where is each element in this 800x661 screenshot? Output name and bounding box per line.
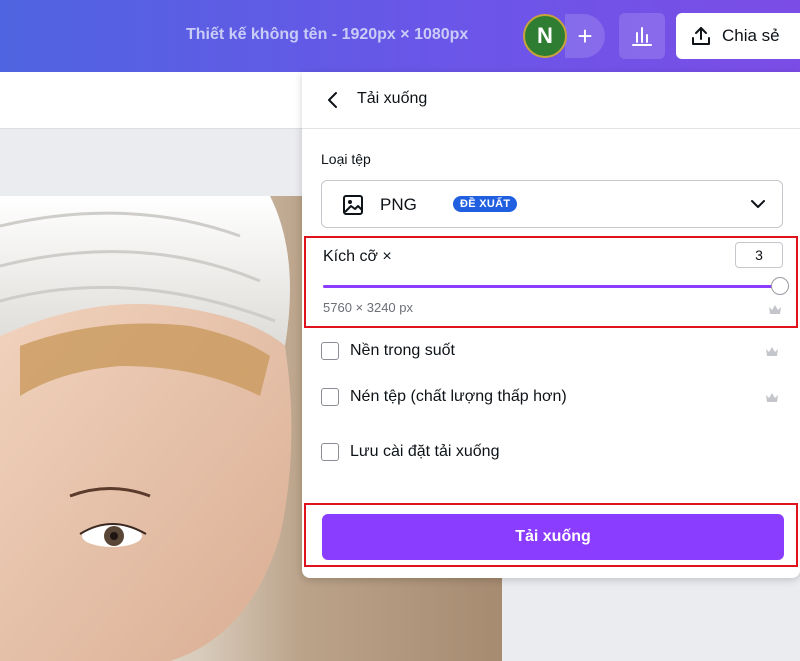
size-slider-handle[interactable]: [771, 277, 789, 295]
crown-icon: [769, 305, 781, 314]
upload-icon: [692, 27, 710, 45]
option-label: Nền trong suốt: [350, 342, 455, 359]
compress-file-checkbox[interactable]: [321, 388, 339, 406]
download-button-highlight: Tải xuống: [304, 503, 798, 567]
size-dimensions: 5760 × 3240 px: [323, 300, 413, 315]
file-type-select[interactable]: PNG ĐỀ XUẤT: [321, 180, 783, 228]
size-section-highlight: Kích cỡ × 3 5760 × 3240 px: [304, 236, 798, 328]
insights-button[interactable]: [619, 13, 665, 59]
option-save-download-settings[interactable]: Lưu cài đặt tải xuống: [321, 441, 781, 465]
share-button[interactable]: Chia sẻ: [676, 13, 800, 59]
image-icon: [343, 195, 363, 215]
panel-header: Tải xuống: [302, 72, 800, 129]
file-type-label: Loại tệp: [321, 151, 371, 167]
share-label: Chia sẻ: [722, 26, 780, 45]
option-transparent-background[interactable]: Nền trong suốt: [321, 340, 781, 364]
transparent-background-checkbox[interactable]: [321, 342, 339, 360]
crown-icon: [766, 393, 778, 402]
save-settings-checkbox[interactable]: [321, 443, 339, 461]
chevron-left-icon: [328, 92, 337, 108]
back-button[interactable]: [322, 90, 342, 110]
add-collaborator-button[interactable]: +: [565, 14, 605, 58]
document-title[interactable]: Thiết kế không tên - 1920px × 1080px: [186, 26, 468, 44]
top-bar: Thiết kế không tên - 1920px × 1080px + N…: [0, 0, 800, 72]
file-type-value: PNG: [380, 195, 417, 214]
user-avatar[interactable]: N: [523, 14, 567, 58]
size-input[interactable]: 3: [735, 242, 783, 268]
size-slider-track[interactable]: [323, 285, 781, 288]
download-button[interactable]: Tải xuống: [322, 514, 784, 560]
download-panel: Tải xuống Loại tệp PNG ĐỀ XUẤT Kích cỡ ×…: [302, 72, 800, 578]
panel-title: Tải xuống: [357, 90, 428, 107]
chevron-down-icon: [751, 200, 765, 208]
recommended-badge: ĐỀ XUẤT: [453, 196, 518, 212]
size-label: Kích cỡ ×: [323, 248, 392, 265]
option-label: Lưu cài đặt tải xuống: [350, 443, 500, 460]
crown-icon: [766, 347, 778, 356]
option-compress-file[interactable]: Nén tệp (chất lượng thấp hơn): [321, 386, 781, 410]
bar-chart-icon: [632, 27, 652, 46]
option-label: Nén tệp (chất lượng thấp hơn): [350, 388, 567, 405]
